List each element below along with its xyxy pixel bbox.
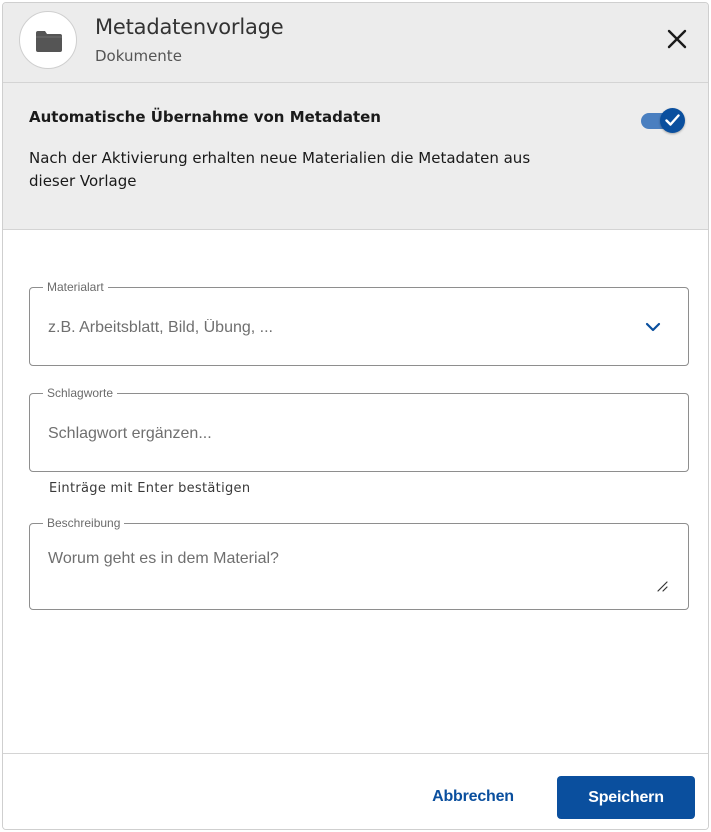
description-label: Beschreibung [43, 516, 125, 530]
material-type-select[interactable]: Materialart [29, 280, 689, 366]
cancel-button[interactable]: Abbrechen [419, 784, 527, 810]
material-type-input[interactable] [48, 319, 638, 337]
folder-icon [36, 31, 62, 52]
close-button[interactable] [663, 25, 691, 53]
check-icon [665, 114, 680, 126]
keywords-hint: Einträge mit Enter bestätigen [49, 481, 251, 496]
keywords-input[interactable] [48, 425, 638, 443]
material-type-label: Materialart [43, 280, 108, 294]
resize-handle-icon[interactable] [656, 580, 668, 592]
dialog-header: Metadatenvorlage Dokumente [3, 3, 708, 83]
folder-avatar [19, 11, 77, 69]
close-icon [667, 29, 687, 49]
description-field[interactable]: Beschreibung [29, 516, 689, 610]
description-textarea[interactable] [48, 550, 638, 590]
dialog-title: Metadatenvorlage [95, 15, 284, 39]
keywords-label: Schlagworte [43, 386, 118, 400]
save-button[interactable]: Speichern [557, 776, 695, 819]
auto-import-toggle[interactable] [641, 107, 686, 135]
auto-import-title: Automatische Übernahme von Metadaten [29, 108, 381, 126]
toggle-knob [660, 108, 685, 133]
auto-import-description: Nach der Aktivierung erhalten neue Mater… [29, 149, 531, 190]
chevron-down-icon[interactable] [645, 321, 661, 333]
dialog-footer: Abbrechen Speichern [3, 753, 708, 829]
keywords-field[interactable]: Schlagworte [29, 386, 689, 472]
auto-import-section: Automatische Übernahme von Metadaten Nac… [3, 83, 708, 230]
dialog-subtitle: Dokumente [95, 47, 182, 65]
metadata-template-dialog: Metadatenvorlage Dokumente Automatische … [2, 2, 709, 830]
